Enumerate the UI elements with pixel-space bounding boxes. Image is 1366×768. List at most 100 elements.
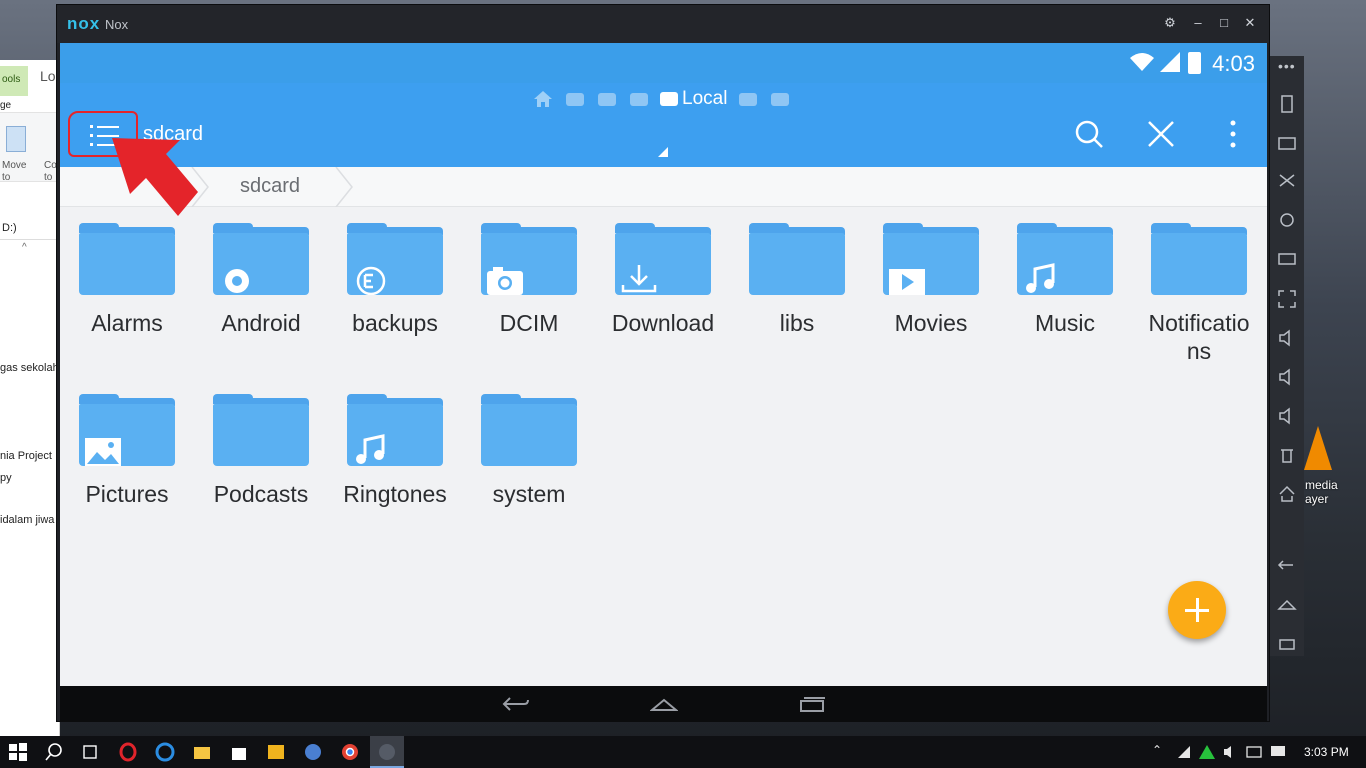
folder-label: Music [1034, 310, 1096, 336]
add-fab-button[interactable] [1168, 581, 1226, 639]
folder-icon [1151, 223, 1247, 295]
explorer-list-item[interactable]: nia Project [0, 450, 52, 462]
chrome-icon[interactable] [340, 742, 360, 762]
volume-up-icon[interactable] [1277, 328, 1297, 348]
chevron-up-icon[interactable]: ^ [22, 242, 27, 253]
explorer-ribbon-tab[interactable]: ge [0, 100, 11, 111]
taskbar-clock[interactable]: 3:03 PM [1304, 745, 1349, 759]
red-arrow-annotation [112, 138, 198, 216]
es-app-bar: Local sdcard [60, 83, 1267, 167]
window-tab[interactable] [564, 90, 586, 108]
shake-icon[interactable] [1277, 94, 1297, 114]
explorer-tools-tab[interactable]: ools [0, 66, 28, 96]
more-icon[interactable]: ••• [1278, 58, 1296, 74]
network-icon[interactable] [1176, 744, 1192, 760]
folder-item-music[interactable]: Music [998, 223, 1132, 337]
gear-icon [225, 269, 249, 293]
folder-item-backups[interactable]: backups [328, 223, 462, 337]
folder-item-libs[interactable]: libs [730, 223, 864, 337]
speaker-icon[interactable] [1222, 744, 1238, 760]
keyboard-lang-icon[interactable] [1246, 744, 1262, 760]
store-icon[interactable] [229, 742, 249, 762]
folder-icon [615, 223, 711, 295]
location-icon[interactable] [1277, 211, 1297, 231]
search-icon[interactable] [1074, 119, 1104, 149]
task-view-icon[interactable] [80, 742, 100, 762]
mute-icon[interactable] [1277, 406, 1297, 426]
trash-icon[interactable] [1277, 445, 1297, 465]
explorer-location-tab[interactable]: Lo [40, 68, 56, 84]
maximize-button[interactable]: □ [1215, 14, 1233, 32]
home-icon[interactable] [1277, 594, 1297, 614]
home-nav-icon[interactable] [650, 694, 678, 714]
folder-item-podcasts[interactable]: Podcasts [194, 394, 328, 508]
search-icon[interactable] [44, 742, 64, 762]
fullscreen-icon[interactable] [1277, 289, 1297, 309]
media-player-icon[interactable] [266, 742, 286, 762]
move-to-button[interactable]: Move to [2, 160, 30, 184]
nox-title-bar[interactable]: nox Nox ⚙ – □ ✕ [57, 5, 1269, 43]
folder-item-system[interactable]: system [462, 394, 596, 508]
scissors-icon[interactable] [1277, 172, 1297, 192]
action-center-icon[interactable] [1270, 744, 1286, 760]
move-to-icon [6, 126, 26, 152]
recent-apps-icon[interactable] [1277, 633, 1297, 653]
explorer-list-item[interactable]: py [0, 472, 12, 484]
folder-label: Pictures [85, 481, 169, 507]
folder-icon [213, 223, 309, 295]
back-icon[interactable] [1277, 555, 1297, 575]
nox-logo: nox [67, 14, 101, 33]
folder-label: Movies [894, 310, 968, 336]
dropdown-indicator-icon[interactable] [658, 147, 668, 157]
triangle-tray-icon[interactable] [1198, 743, 1216, 761]
opera-icon[interactable] [118, 742, 138, 762]
signal-icon [1160, 52, 1180, 72]
folder-label: backups [352, 310, 438, 336]
folder-item-notifications[interactable]: Notificatio ns [1132, 223, 1266, 365]
close-icon[interactable] [1146, 119, 1176, 149]
explorer-list-item[interactable]: idalam jiwa [0, 514, 54, 526]
explorer-drive-path: D:) [0, 220, 59, 240]
folder-icon [481, 223, 577, 295]
windows-start-icon[interactable] [8, 742, 28, 762]
recent-apps-icon[interactable] [798, 694, 826, 714]
keyboard-icon[interactable] [1277, 133, 1297, 153]
edge-icon[interactable] [155, 742, 175, 762]
window-tab[interactable] [596, 90, 618, 108]
close-button[interactable]: ✕ [1241, 14, 1259, 32]
settings-icon[interactable]: ⚙ [1161, 14, 1179, 32]
home-icon[interactable] [532, 90, 554, 108]
folder-item-movies[interactable]: Movies [864, 223, 998, 337]
explorer-list-item[interactable]: gas sekolah [0, 362, 59, 374]
vlc-desktop-label[interactable]: media ayer [1305, 478, 1345, 506]
file-explorer-icon[interactable] [192, 742, 212, 762]
status-time: 4:03 [1212, 51, 1255, 76]
folder-item-ringtones[interactable]: Ringtones [328, 394, 462, 508]
nox-window: nox Nox ⚙ – □ ✕ 4:03 Local sdcard sdcard… [56, 4, 1270, 722]
window-tab[interactable] [628, 90, 650, 108]
window-tab[interactable] [737, 90, 759, 108]
vlc-icon[interactable] [1304, 426, 1332, 470]
more-options-icon[interactable] [1218, 119, 1248, 149]
screen-icon[interactable] [1277, 250, 1297, 270]
download-icon [621, 265, 657, 293]
breadcrumb-item-sdcard[interactable]: sdcard [240, 175, 300, 198]
nox-taskbar-button[interactable] [370, 736, 404, 768]
window-tab-active[interactable]: Local [660, 88, 727, 110]
folder-icon [749, 223, 845, 295]
apk-install-icon[interactable] [1277, 484, 1297, 504]
folder-icon [347, 394, 443, 466]
volume-down-icon[interactable] [1277, 367, 1297, 387]
folder-item-download[interactable]: Download [596, 223, 730, 337]
firefox-icon[interactable] [303, 742, 323, 762]
folder-item-dcim[interactable]: DCIM [462, 223, 596, 337]
chevron-up-icon[interactable]: ⌃ [1152, 743, 1162, 761]
minimize-button[interactable]: – [1189, 14, 1207, 32]
music-note-icon [356, 434, 385, 464]
folder-label: system [492, 481, 566, 507]
window-tab[interactable] [769, 90, 791, 108]
folder-item-android[interactable]: Android [194, 223, 328, 337]
folder-item-pictures[interactable]: Pictures [60, 394, 194, 508]
folder-item-alarms[interactable]: Alarms [60, 223, 194, 337]
back-icon[interactable] [502, 694, 530, 714]
